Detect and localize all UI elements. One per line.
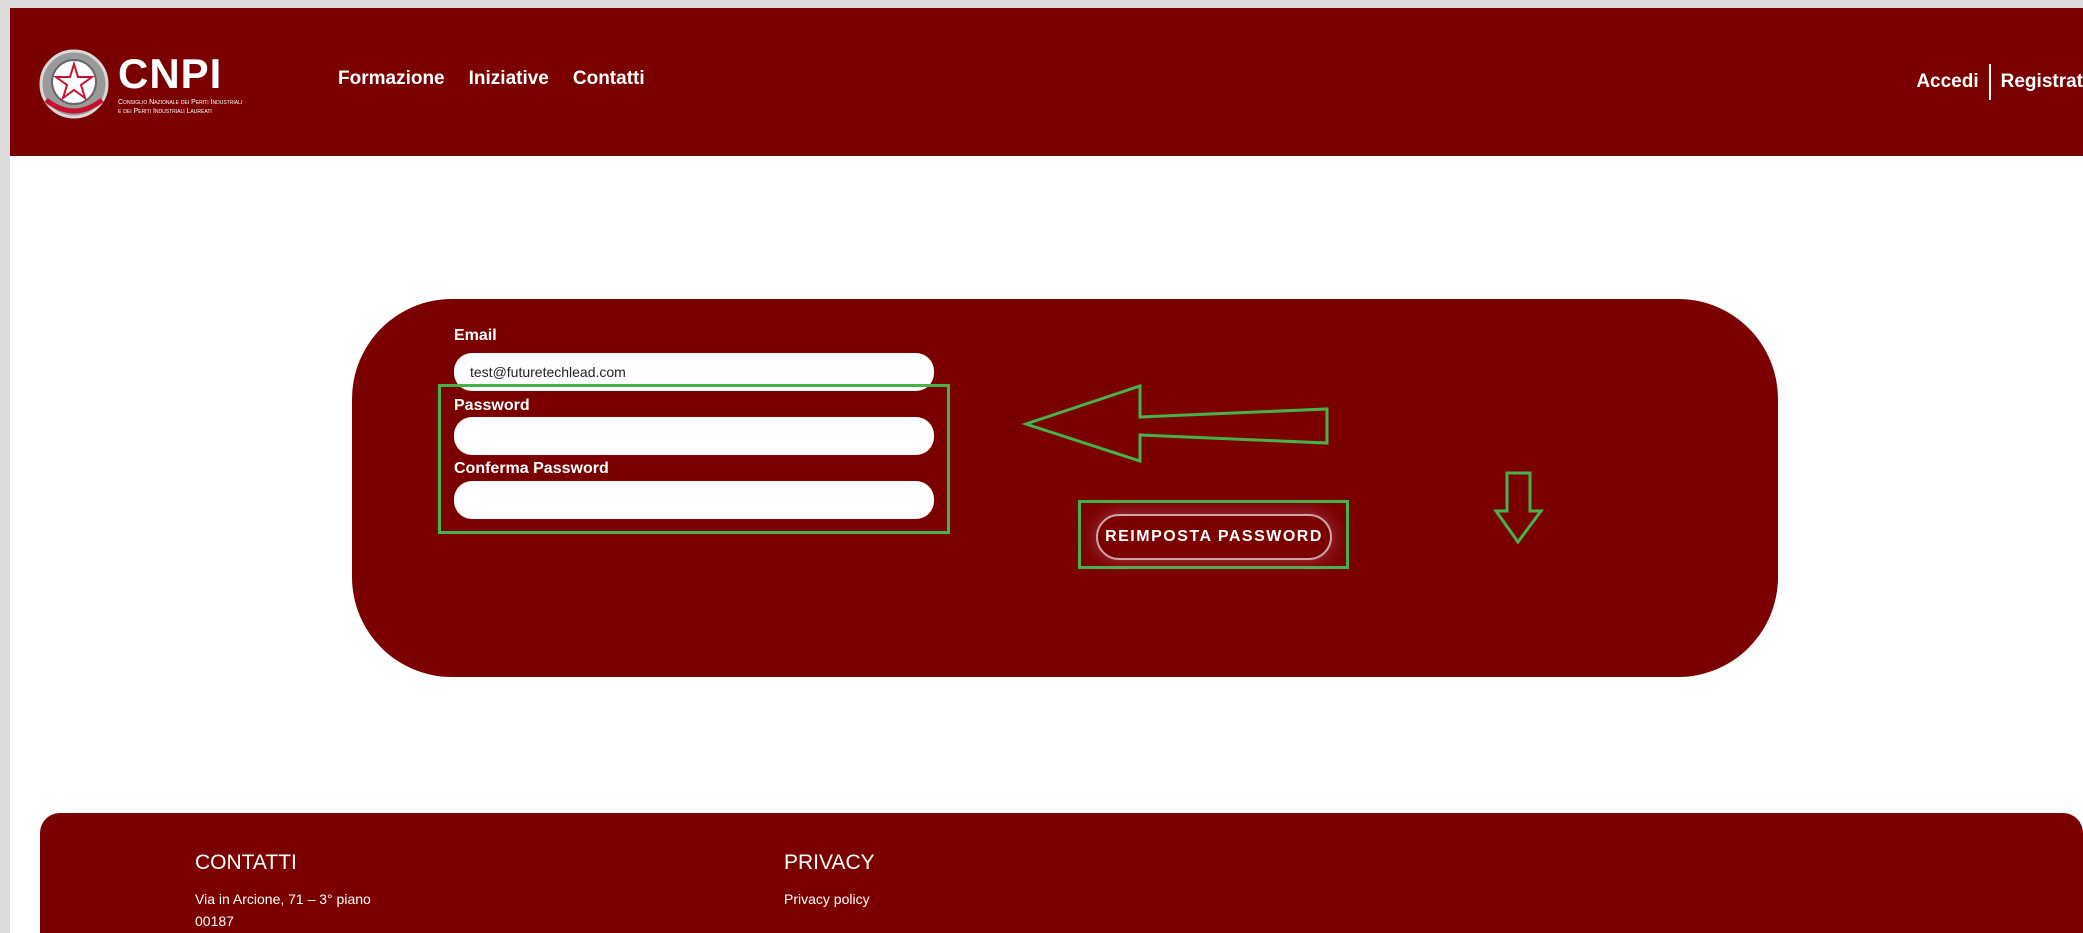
footer-address-line2: 00187 — [195, 913, 234, 929]
footer-address-line1: Via in Arcione, 71 – 3° piano — [195, 891, 371, 907]
privacy-policy-link[interactable]: Privacy policy — [784, 891, 870, 907]
site-footer: CONTATTI Via in Arcione, 71 – 3° piano 0… — [40, 813, 2083, 933]
arrow-down-outline-icon — [1493, 471, 1544, 545]
footer-privacy-title: PRIVACY — [784, 851, 875, 874]
arrow-left-outline-icon — [1021, 383, 1329, 464]
annotation-arrows — [1021, 383, 1544, 545]
footer-contacts-title: CONTATTI — [195, 851, 297, 874]
page: CNPI Consiglio Nazionale dei Periti Indu… — [10, 8, 2083, 933]
